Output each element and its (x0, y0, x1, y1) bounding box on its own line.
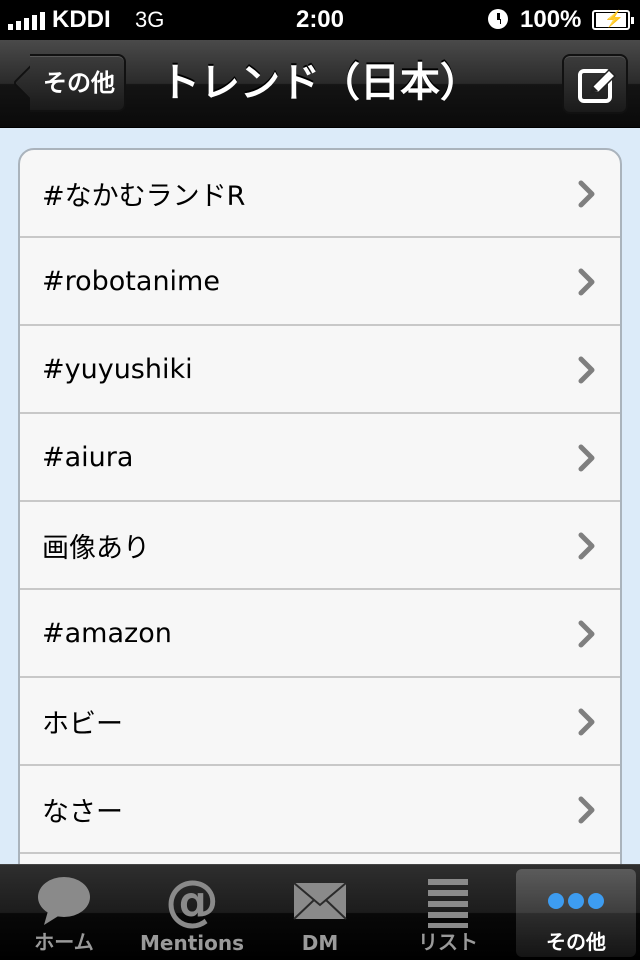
status-bar: KDDI 3G 2:00 100% (0, 0, 640, 40)
chevron-right-icon (578, 620, 595, 648)
chevron-right-icon (578, 356, 595, 384)
trend-label: #aiura (42, 441, 134, 473)
tab-home[interactable]: ホーム (0, 865, 128, 960)
trend-label: ホビー (42, 708, 123, 740)
trend-label: #なかむランドR (42, 180, 246, 212)
compose-icon (578, 68, 617, 103)
tab-label: その他 (546, 930, 606, 954)
trend-row[interactable]: 画像あり (20, 502, 620, 590)
list-icon (428, 879, 468, 928)
envelope-icon (293, 882, 347, 920)
chevron-right-icon (578, 444, 595, 472)
battery-percentage: 100% (520, 6, 582, 33)
trend-row[interactable]: #robotanime (20, 238, 620, 326)
tab-label: ホーム (34, 930, 94, 954)
trend-label: 画像あり (42, 532, 150, 564)
chevron-right-icon (578, 180, 595, 208)
more-dots-icon (548, 893, 604, 909)
tab-bar: ホーム @ Mentions DM リスト その他 (0, 864, 640, 960)
navigation-bar: その他 トレンド（日本） (0, 40, 640, 128)
tab-label: Mentions (139, 931, 244, 955)
chevron-right-icon (578, 708, 595, 736)
orientation-lock-icon (488, 9, 508, 29)
chevron-right-icon (578, 796, 595, 824)
trends-table: #なかむランドR #robotanime #yuyushiki #aiura 画… (18, 148, 622, 864)
trend-row[interactable]: #aiura (20, 414, 620, 502)
tab-more[interactable]: その他 (516, 869, 636, 957)
tab-mentions[interactable]: @ Mentions (128, 865, 256, 960)
svg-text:@: @ (165, 873, 219, 929)
trend-row[interactable]: なさー (20, 766, 620, 854)
trend-label: #amazon (42, 617, 172, 649)
tab-label: リスト (418, 930, 478, 954)
tab-dm[interactable]: DM (256, 865, 384, 960)
back-button[interactable]: その他 (12, 53, 126, 113)
compose-button[interactable] (562, 54, 628, 114)
tab-label: DM (301, 931, 339, 955)
trend-row[interactable]: #なかむランドR (20, 150, 620, 238)
chevron-right-icon (578, 268, 595, 296)
chevron-right-icon (578, 532, 595, 560)
trends-list-area[interactable]: #なかむランドR #robotanime #yuyushiki #aiura 画… (0, 128, 640, 864)
trend-row[interactable]: #yuyushiki (20, 326, 620, 414)
trend-label: #yuyushiki (42, 353, 193, 385)
battery-icon (592, 9, 634, 30)
trend-row[interactable] (20, 854, 620, 864)
at-sign-icon: @ (165, 873, 219, 929)
trend-label: #robotanime (42, 265, 220, 297)
page-title: トレンド（日本） (160, 60, 480, 106)
back-button-label: その他 (43, 69, 115, 97)
trend-row[interactable]: #amazon (20, 590, 620, 678)
trend-row[interactable]: ホビー (20, 678, 620, 766)
tab-lists[interactable]: リスト (384, 865, 512, 960)
speech-bubble-icon (38, 877, 90, 925)
trend-label: なさー (42, 796, 123, 828)
